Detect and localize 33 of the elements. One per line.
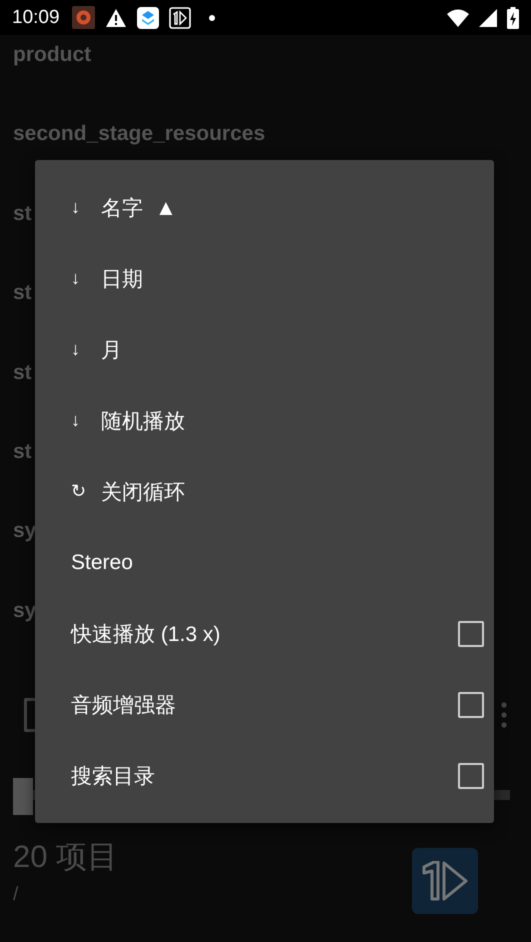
- layers-icon: [136, 6, 159, 28]
- menu-item[interactable]: 快速播放 (1.3 x): [71, 620, 458, 648]
- warning-icon: [104, 8, 127, 28]
- sort-arrow-icon: ↓: [71, 339, 101, 360]
- menu-item[interactable]: 音频增强器: [71, 690, 458, 718]
- player-button[interactable]: [412, 848, 478, 914]
- menu-item[interactable]: 日期: [101, 264, 143, 292]
- app-icon: [72, 6, 95, 29]
- battery-icon: [507, 6, 519, 28]
- menu-item[interactable]: 月: [101, 336, 122, 364]
- checkbox[interactable]: [458, 620, 484, 646]
- seek-thumb[interactable]: [13, 778, 33, 816]
- current-path: /: [13, 884, 20, 906]
- menu-item[interactable]: 随机播放: [101, 406, 185, 434]
- checkbox[interactable]: [458, 692, 484, 718]
- wifi-icon: [447, 8, 469, 26]
- checkbox[interactable]: [458, 762, 484, 788]
- menu-item[interactable]: 搜索目录: [71, 762, 458, 790]
- sort-indicator: ▲: [155, 194, 177, 220]
- sort-arrow-icon: ↓: [71, 410, 101, 431]
- dot-icon: [208, 14, 215, 20]
- sort-arrow-icon: ↓: [71, 197, 101, 218]
- sort-arrow-icon: ↻: [71, 481, 101, 502]
- player-icon: [168, 6, 191, 28]
- signal-icon: [479, 8, 497, 26]
- menu-item[interactable]: 名字: [101, 194, 143, 222]
- item-count: 20 项目: [13, 838, 120, 876]
- sort-arrow-icon: ↓: [71, 268, 101, 289]
- menu-item[interactable]: 关闭循环: [101, 478, 185, 506]
- menu-item[interactable]: Stereo: [71, 550, 484, 574]
- play-logo-icon: [420, 861, 470, 902]
- status-time: 10:09: [12, 6, 60, 28]
- more-icon[interactable]: [501, 702, 507, 728]
